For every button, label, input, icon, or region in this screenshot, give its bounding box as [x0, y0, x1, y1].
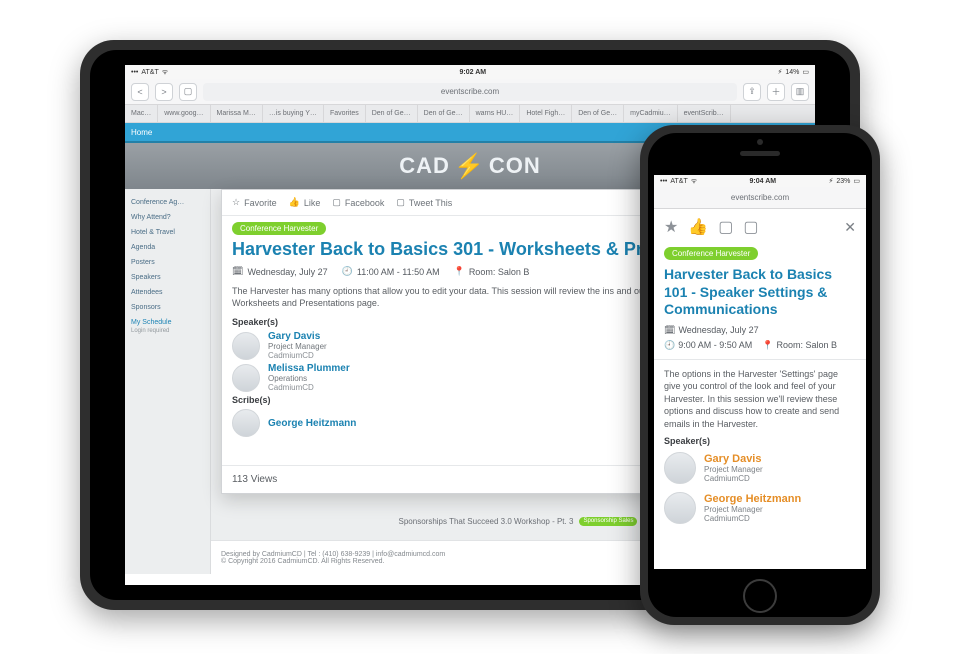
- avatar: [232, 332, 260, 360]
- location-pin-icon: 📍: [762, 340, 773, 351]
- track-badge: Conference Harvester: [232, 222, 326, 235]
- bolt-icon: ⚡: [454, 152, 485, 181]
- ipad-status-bar: ••• AT&T ᯤ 9:02 AM ⚡︎ 14% ▭: [125, 65, 815, 79]
- safari-toolbar: < > ▢ eventscribe.com ⇪ ＋ ▥: [125, 79, 815, 105]
- speaker-name: Gary Davis: [704, 453, 763, 465]
- footer-line-1: Designed by CadmiumCD | Tel : (410) 638-…: [221, 551, 445, 558]
- browser-tab[interactable]: www.goog…: [158, 105, 210, 122]
- sidebar-item[interactable]: Sponsors: [125, 300, 210, 315]
- left-sidebar: Conference Ag… Why Attend? Hotel & Trave…: [125, 189, 211, 574]
- back-button[interactable]: <: [131, 83, 149, 101]
- iphone-home-button[interactable]: [743, 579, 777, 613]
- speakers-header: Speaker(s): [654, 430, 866, 448]
- browser-tab[interactable]: Favorites: [324, 105, 366, 122]
- facebook-button[interactable]: ▢Facebook: [332, 197, 384, 208]
- sidebar-item[interactable]: Conference Ag…: [125, 195, 210, 210]
- battery-pct: 23%: [836, 178, 850, 185]
- speaker-name: George Heitzmann: [704, 493, 801, 505]
- browser-tab[interactable]: …is buying Y…: [263, 105, 324, 122]
- carrier-label: AT&T: [141, 69, 158, 76]
- session-description: The options in the Harvester 'Settings' …: [654, 368, 866, 431]
- iphone-speaker-grille: [740, 151, 780, 156]
- browser-tab[interactable]: Mac…: [125, 105, 158, 122]
- speaker-name: Melissa Plummer: [268, 363, 350, 374]
- speaker-role: Project Manager: [268, 342, 327, 351]
- new-tab-button[interactable]: ＋: [767, 83, 785, 101]
- url-field[interactable]: eventscribe.com: [203, 83, 737, 101]
- track-badge: Conference Harvester: [664, 247, 758, 260]
- browser-tab[interactable]: Marissa M…: [211, 105, 263, 122]
- clock-icon: 🕘: [342, 266, 353, 277]
- view-count: 113 Views: [232, 474, 277, 485]
- tweet-button[interactable]: ▢Tweet This: [396, 197, 452, 208]
- browser-tab[interactable]: eventScrib…: [678, 105, 731, 122]
- speaker-company: CadmiumCD: [268, 383, 350, 392]
- footer-line-2: © Copyright 2016 CadmiumCD. All Rights R…: [221, 558, 445, 565]
- safari-url-bar[interactable]: eventscribe.com: [654, 187, 866, 209]
- close-icon[interactable]: ✕: [844, 219, 856, 236]
- like-button[interactable]: 👍Like: [289, 197, 321, 208]
- forward-button[interactable]: >: [155, 83, 173, 101]
- divider: [654, 359, 866, 360]
- star-icon: ☆: [232, 197, 240, 208]
- avatar: [664, 492, 696, 524]
- browser-tab[interactable]: Den of Ge…: [572, 105, 624, 122]
- calendar-icon: 🗓: [232, 266, 243, 277]
- iphone-status-bar: •••AT&Tᯤ 9:04 AM ⚡︎23%▭: [654, 175, 866, 187]
- scribe-name: George Heitzmann: [268, 418, 356, 429]
- sidebar-item[interactable]: Why Attend?: [125, 210, 210, 225]
- sidebar-item[interactable]: Attendees: [125, 285, 210, 300]
- sidebar-item[interactable]: Agenda: [125, 240, 210, 255]
- sidebar-item[interactable]: Hotel & Travel: [125, 225, 210, 240]
- sidebar-item-sublabel: Login required: [125, 328, 210, 334]
- tab-strip: Mac… www.goog… Marissa M… …is buying Y… …: [125, 105, 815, 123]
- session-meta: 🗓Wednesday, July 27: [654, 325, 866, 336]
- twitter-icon: ▢: [396, 197, 405, 208]
- thumbs-up-icon: 👍: [289, 197, 300, 208]
- bookmarks-button[interactable]: ▢: [179, 83, 197, 101]
- browser-tab[interactable]: Hotel Figh…: [520, 105, 572, 122]
- star-icon[interactable]: ★: [664, 217, 678, 237]
- facebook-icon[interactable]: ▢: [718, 217, 733, 237]
- speaker-company: CadmiumCD: [704, 514, 801, 523]
- browser-tab[interactable]: myCadmiu…: [624, 105, 677, 122]
- avatar: [232, 364, 260, 392]
- session-title: Harvester Back to Basics 101 - Speaker S…: [654, 262, 866, 325]
- speaker-company: CadmiumCD: [704, 474, 763, 483]
- tabs-button[interactable]: ▥: [791, 83, 809, 101]
- speaker-company: CadmiumCD: [268, 351, 327, 360]
- browser-tab[interactable]: Den of Ge…: [366, 105, 418, 122]
- home-link[interactable]: Home: [131, 128, 152, 137]
- avatar: [664, 452, 696, 484]
- clock: 9:02 AM: [460, 69, 487, 76]
- speaker-role: Project Manager: [704, 505, 801, 514]
- speaker-role: Operations: [268, 374, 350, 383]
- browser-tab[interactable]: Den of Ge…: [418, 105, 470, 122]
- speaker-row[interactable]: George Heitzmann Project Manager Cadmium…: [654, 488, 866, 528]
- facebook-icon: ▢: [332, 197, 341, 208]
- sidebar-item[interactable]: Posters: [125, 255, 210, 270]
- thumbs-up-icon[interactable]: 👍: [688, 217, 708, 237]
- speaker-name: Gary Davis: [268, 331, 327, 342]
- location-pin-icon: 📍: [454, 266, 465, 277]
- battery-pct: 14%: [785, 69, 799, 76]
- speaker-role: Project Manager: [704, 465, 763, 474]
- clock-icon: 🕘: [664, 340, 675, 351]
- iphone-camera: [757, 139, 763, 145]
- speaker-row[interactable]: Gary Davis Project Manager CadmiumCD: [654, 448, 866, 488]
- calendar-icon: 🗓: [664, 325, 675, 336]
- browser-tab[interactable]: warns HU…: [470, 105, 521, 122]
- iphone-device: •••AT&Tᯤ 9:04 AM ⚡︎23%▭ eventscribe.com …: [640, 125, 880, 625]
- modal-social-bar: ★ 👍 ▢ ▢ ✕: [654, 209, 866, 243]
- twitter-icon[interactable]: ▢: [743, 217, 758, 237]
- sidebar-item[interactable]: Speakers: [125, 270, 210, 285]
- clock: 9:04 AM: [750, 178, 777, 185]
- track-badge-small: Sponsorship Sales: [579, 517, 637, 526]
- share-button[interactable]: ⇪: [743, 83, 761, 101]
- favorite-button[interactable]: ☆Favorite: [232, 197, 277, 208]
- avatar: [232, 409, 260, 437]
